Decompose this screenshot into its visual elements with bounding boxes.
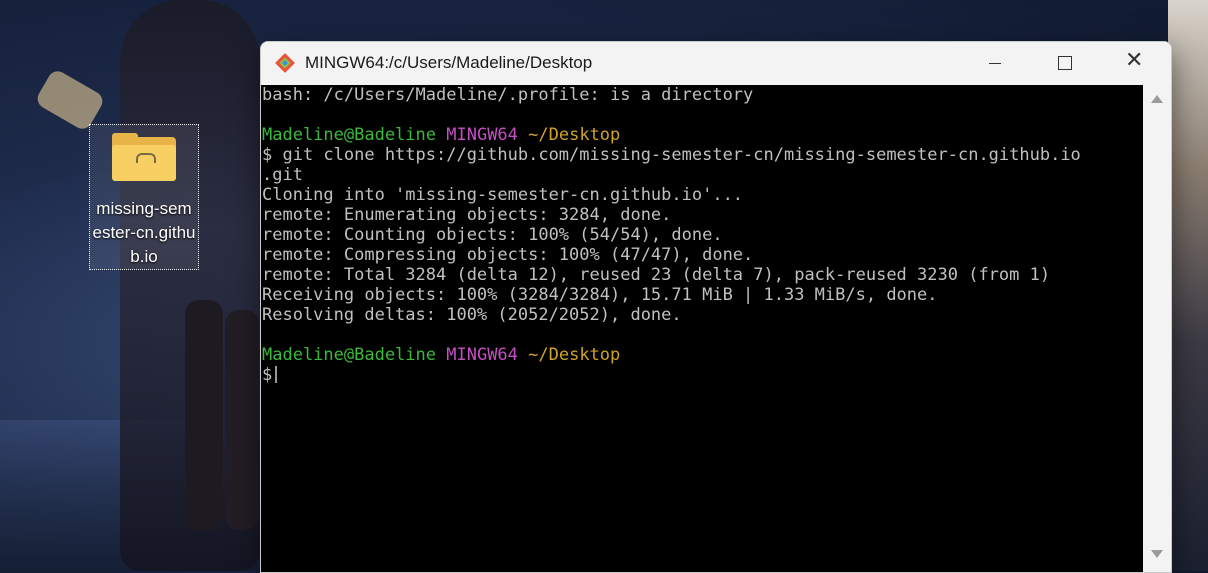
input-line[interactable]: $ — [262, 365, 278, 385]
wallpaper-leg — [185, 300, 223, 530]
minimize-button[interactable] — [971, 42, 1017, 85]
close-button[interactable]: ✕ — [1111, 42, 1157, 85]
wallpaper-bottle — [34, 67, 106, 133]
input-prompt: $ — [262, 365, 273, 385]
prompt-system: MINGW64 — [446, 345, 518, 365]
desktop-icon-label: missing-semester-cn.github.io — [92, 199, 196, 266]
folder-icon — [112, 133, 176, 181]
text-cursor — [275, 366, 278, 383]
wallpaper-street — [0, 420, 260, 571]
prompt-path: ~/Desktop — [528, 345, 621, 365]
wallpaper-figure — [120, 0, 260, 571]
maximize-button[interactable] — [1041, 42, 1087, 85]
prompt-user-host: Madeline@Badeline — [262, 345, 436, 365]
terminal-line: $ git clone https://github.com/missing-s… — [262, 145, 1081, 165]
terminal-line: remote: Enumerating objects: 3284, done. — [262, 205, 672, 225]
terminal-line: remote: Compressing objects: 100% (47/47… — [262, 245, 754, 265]
prompt-line: Madeline@Badeline MINGW64 ~/Desktop — [262, 345, 620, 365]
terminal-line: Receiving objects: 100% (3284/3284), 15.… — [262, 285, 938, 305]
prompt-line: Madeline@Badeline MINGW64 ~/Desktop — [262, 125, 620, 145]
prompt-user-host: Madeline@Badeline — [262, 125, 436, 145]
vertical-scrollbar[interactable] — [1143, 85, 1171, 572]
terminal-line: Cloning into 'missing-semester-cn.github… — [262, 185, 744, 205]
terminal-line: remote: Total 3284 (delta 12), reused 23… — [262, 265, 1051, 285]
terminal-line: Resolving deltas: 100% (2052/2052), done… — [262, 305, 682, 325]
window-title: MINGW64:/c/Users/Madeline/Desktop — [305, 53, 593, 72]
maximize-icon — [1058, 56, 1072, 70]
terminal-output[interactable]: bash: /c/Users/Madeline/.profile: is a d… — [261, 85, 1143, 572]
git-icon — [275, 53, 295, 73]
scroll-up-icon[interactable] — [1151, 95, 1163, 103]
title-bar[interactable]: MINGW64:/c/Users/Madeline/Desktop ✕ — [261, 42, 1171, 85]
terminal-line: .git — [262, 165, 303, 185]
prompt-path: ~/Desktop — [528, 125, 621, 145]
terminal-line: bash: /c/Users/Madeline/.profile: is a d… — [262, 85, 754, 105]
terminal-window[interactable]: MINGW64:/c/Users/Madeline/Desktop ✕ bash… — [260, 41, 1172, 573]
minimize-icon — [989, 63, 1001, 64]
close-icon: ✕ — [1125, 48, 1144, 73]
wallpaper-right-edge — [1168, 0, 1208, 571]
desktop-folder-icon-item[interactable]: missing-semester-cn.github.io — [89, 124, 199, 270]
wallpaper-leg — [225, 310, 259, 530]
scroll-down-icon[interactable] — [1151, 550, 1163, 558]
prompt-system: MINGW64 — [446, 125, 518, 145]
terminal-line: remote: Counting objects: 100% (54/54), … — [262, 225, 723, 245]
